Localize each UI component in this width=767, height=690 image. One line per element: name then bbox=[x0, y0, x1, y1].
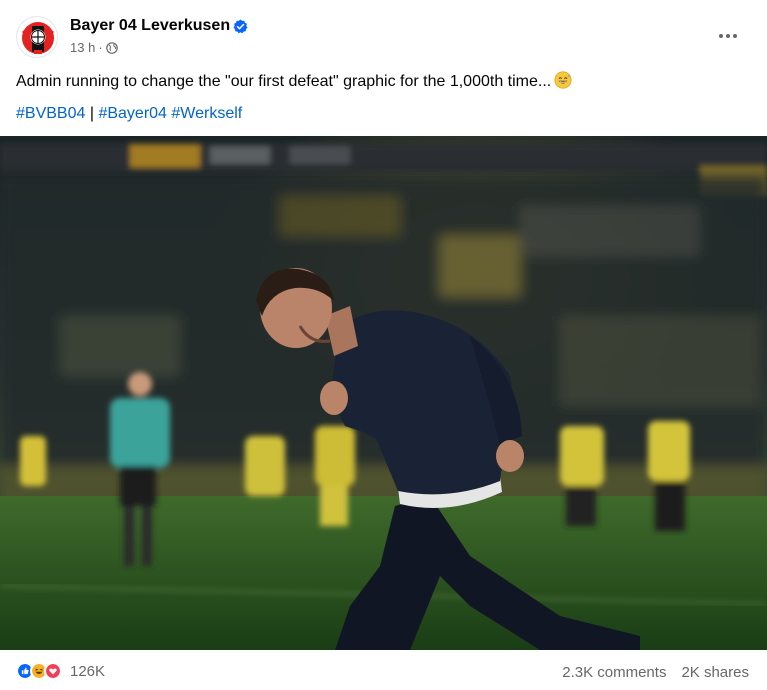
globe-icon bbox=[105, 41, 118, 54]
post-header: Bayer 04 Leverkusen 13 h · bbox=[0, 0, 767, 64]
post-caption: Admin running to change the "our first d… bbox=[16, 71, 572, 93]
hashtag-werkself[interactable]: #Werkself bbox=[171, 105, 242, 122]
shares-count[interactable]: 2K shares bbox=[681, 664, 749, 681]
page-name[interactable]: Bayer 04 Leverkusen bbox=[70, 17, 230, 35]
reactions-summary[interactable]: 126K bbox=[16, 662, 105, 680]
love-icon bbox=[44, 662, 62, 680]
engagement-stats: 2.3K comments 2K shares bbox=[562, 664, 749, 681]
facebook-post: Bayer 04 Leverkusen 13 h · Admin running… bbox=[0, 0, 767, 690]
post-meta: 13 h · bbox=[70, 40, 118, 55]
meta-separator: · bbox=[98, 40, 103, 55]
bayer-crest-logo bbox=[21, 22, 55, 54]
hashtag-bayer04[interactable]: #Bayer04 bbox=[98, 105, 167, 122]
hashtag-divider: | bbox=[89, 105, 94, 122]
post-photo[interactable] bbox=[0, 136, 767, 650]
page-avatar[interactable] bbox=[16, 16, 58, 58]
post-hashtags: #BVBB04 | #Bayer04 #Werkself bbox=[16, 103, 242, 125]
more-options-button[interactable] bbox=[708, 20, 748, 52]
hashtag-bvbb04[interactable]: #BVBB04 bbox=[16, 105, 85, 122]
comments-count[interactable]: 2.3K comments bbox=[562, 664, 666, 681]
verified-badge-icon bbox=[233, 19, 248, 34]
post-footer: 126K 2.3K comments 2K shares bbox=[0, 650, 767, 690]
caption-text: Admin running to change the "our first d… bbox=[16, 73, 552, 90]
reaction-count: 126K bbox=[70, 662, 106, 680]
grinning-sweat-emoji-icon bbox=[554, 71, 572, 89]
more-options-icon bbox=[719, 34, 737, 38]
post-time[interactable]: 13 h bbox=[70, 40, 95, 55]
